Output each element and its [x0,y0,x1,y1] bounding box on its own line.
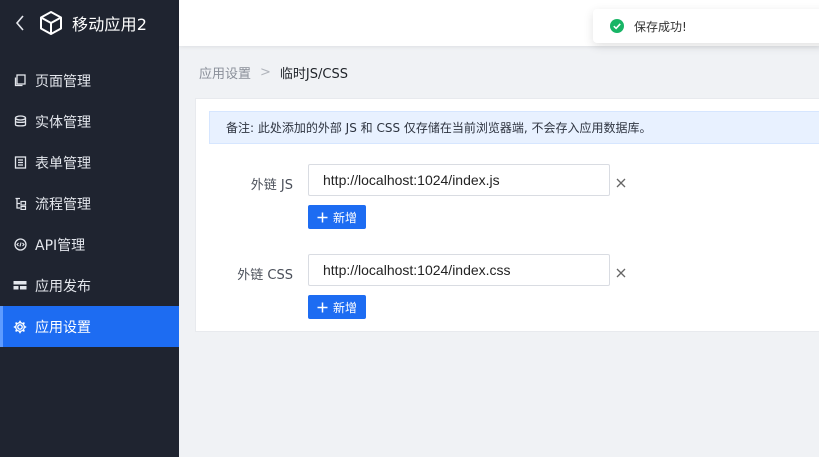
js-clear-icon[interactable] [614,176,628,190]
pages-icon [13,74,27,88]
sidebar: 移动应用2 页面管理 实体管理 表单管理 流程管理 API管理 应用发布 应用设… [0,0,179,457]
breadcrumb-current: 临时JS/CSS [279,67,348,82]
sidebar-item-api[interactable]: API管理 [0,224,179,265]
js-label: 外链 JS [250,178,293,193]
sidebar-item-label: 流程管理 [35,196,91,213]
sidebar-item-flows[interactable]: 流程管理 [0,183,179,224]
app-title: 移动应用2 [72,15,148,34]
api-icon [13,238,27,252]
breadcrumb-parent[interactable]: 应用设置 [199,63,251,82]
sidebar-item-label: 实体管理 [35,114,91,131]
sidebar-item-label: 应用发布 [35,278,91,295]
success-toast: 保存成功! [593,9,819,43]
sidebar-item-label: API管理 [35,237,86,254]
sidebar-header: 移动应用2 [0,0,179,46]
add-css-button[interactable]: 新增 [308,295,366,319]
css-clear-icon[interactable] [614,266,628,280]
form-icon [13,156,27,170]
css-label: 外链 CSS [237,268,293,283]
chevron-left-icon[interactable] [12,15,28,31]
css-url-input[interactable] [308,254,610,286]
sidebar-item-settings[interactable]: 应用设置 [0,306,179,347]
add-css-label: 新增 [332,300,357,315]
gear-icon [13,320,27,334]
toast-message: 保存成功! [634,19,687,34]
check-circle-icon [610,19,624,33]
sidebar-item-entities[interactable]: 实体管理 [0,101,179,142]
plus-icon [317,302,328,313]
breadcrumb: 应用设置 > 临时JS/CSS [199,63,348,82]
notice-banner: 备注: 此处添加的外部 JS 和 CSS 仅存储在当前浏览器端, 不会存入应用数… [209,111,819,144]
sidebar-item-label: 表单管理 [35,155,91,172]
database-icon [13,115,27,129]
sidebar-item-publish[interactable]: 应用发布 [0,265,179,306]
add-js-button[interactable]: 新增 [308,205,366,229]
add-js-label: 新增 [332,210,357,225]
js-url-input[interactable] [308,164,610,196]
sidebar-menu: 页面管理 实体管理 表单管理 流程管理 API管理 应用发布 应用设置 [0,60,179,347]
sidebar-item-pages[interactable]: 页面管理 [0,60,179,101]
sidebar-item-label: 页面管理 [35,73,91,90]
plus-icon [317,212,328,223]
cube-icon [38,10,64,36]
sidebar-item-label: 应用设置 [35,319,91,336]
publish-icon [13,279,27,293]
settings-panel: 备注: 此处添加的外部 JS 和 CSS 仅存储在当前浏览器端, 不会存入应用数… [195,98,819,332]
notice-text: 备注: 此处添加的外部 JS 和 CSS 仅存储在当前浏览器端, 不会存入应用数… [226,121,652,135]
sidebar-item-forms[interactable]: 表单管理 [0,142,179,183]
breadcrumb-separator: > [260,65,271,80]
flow-icon [13,197,27,211]
